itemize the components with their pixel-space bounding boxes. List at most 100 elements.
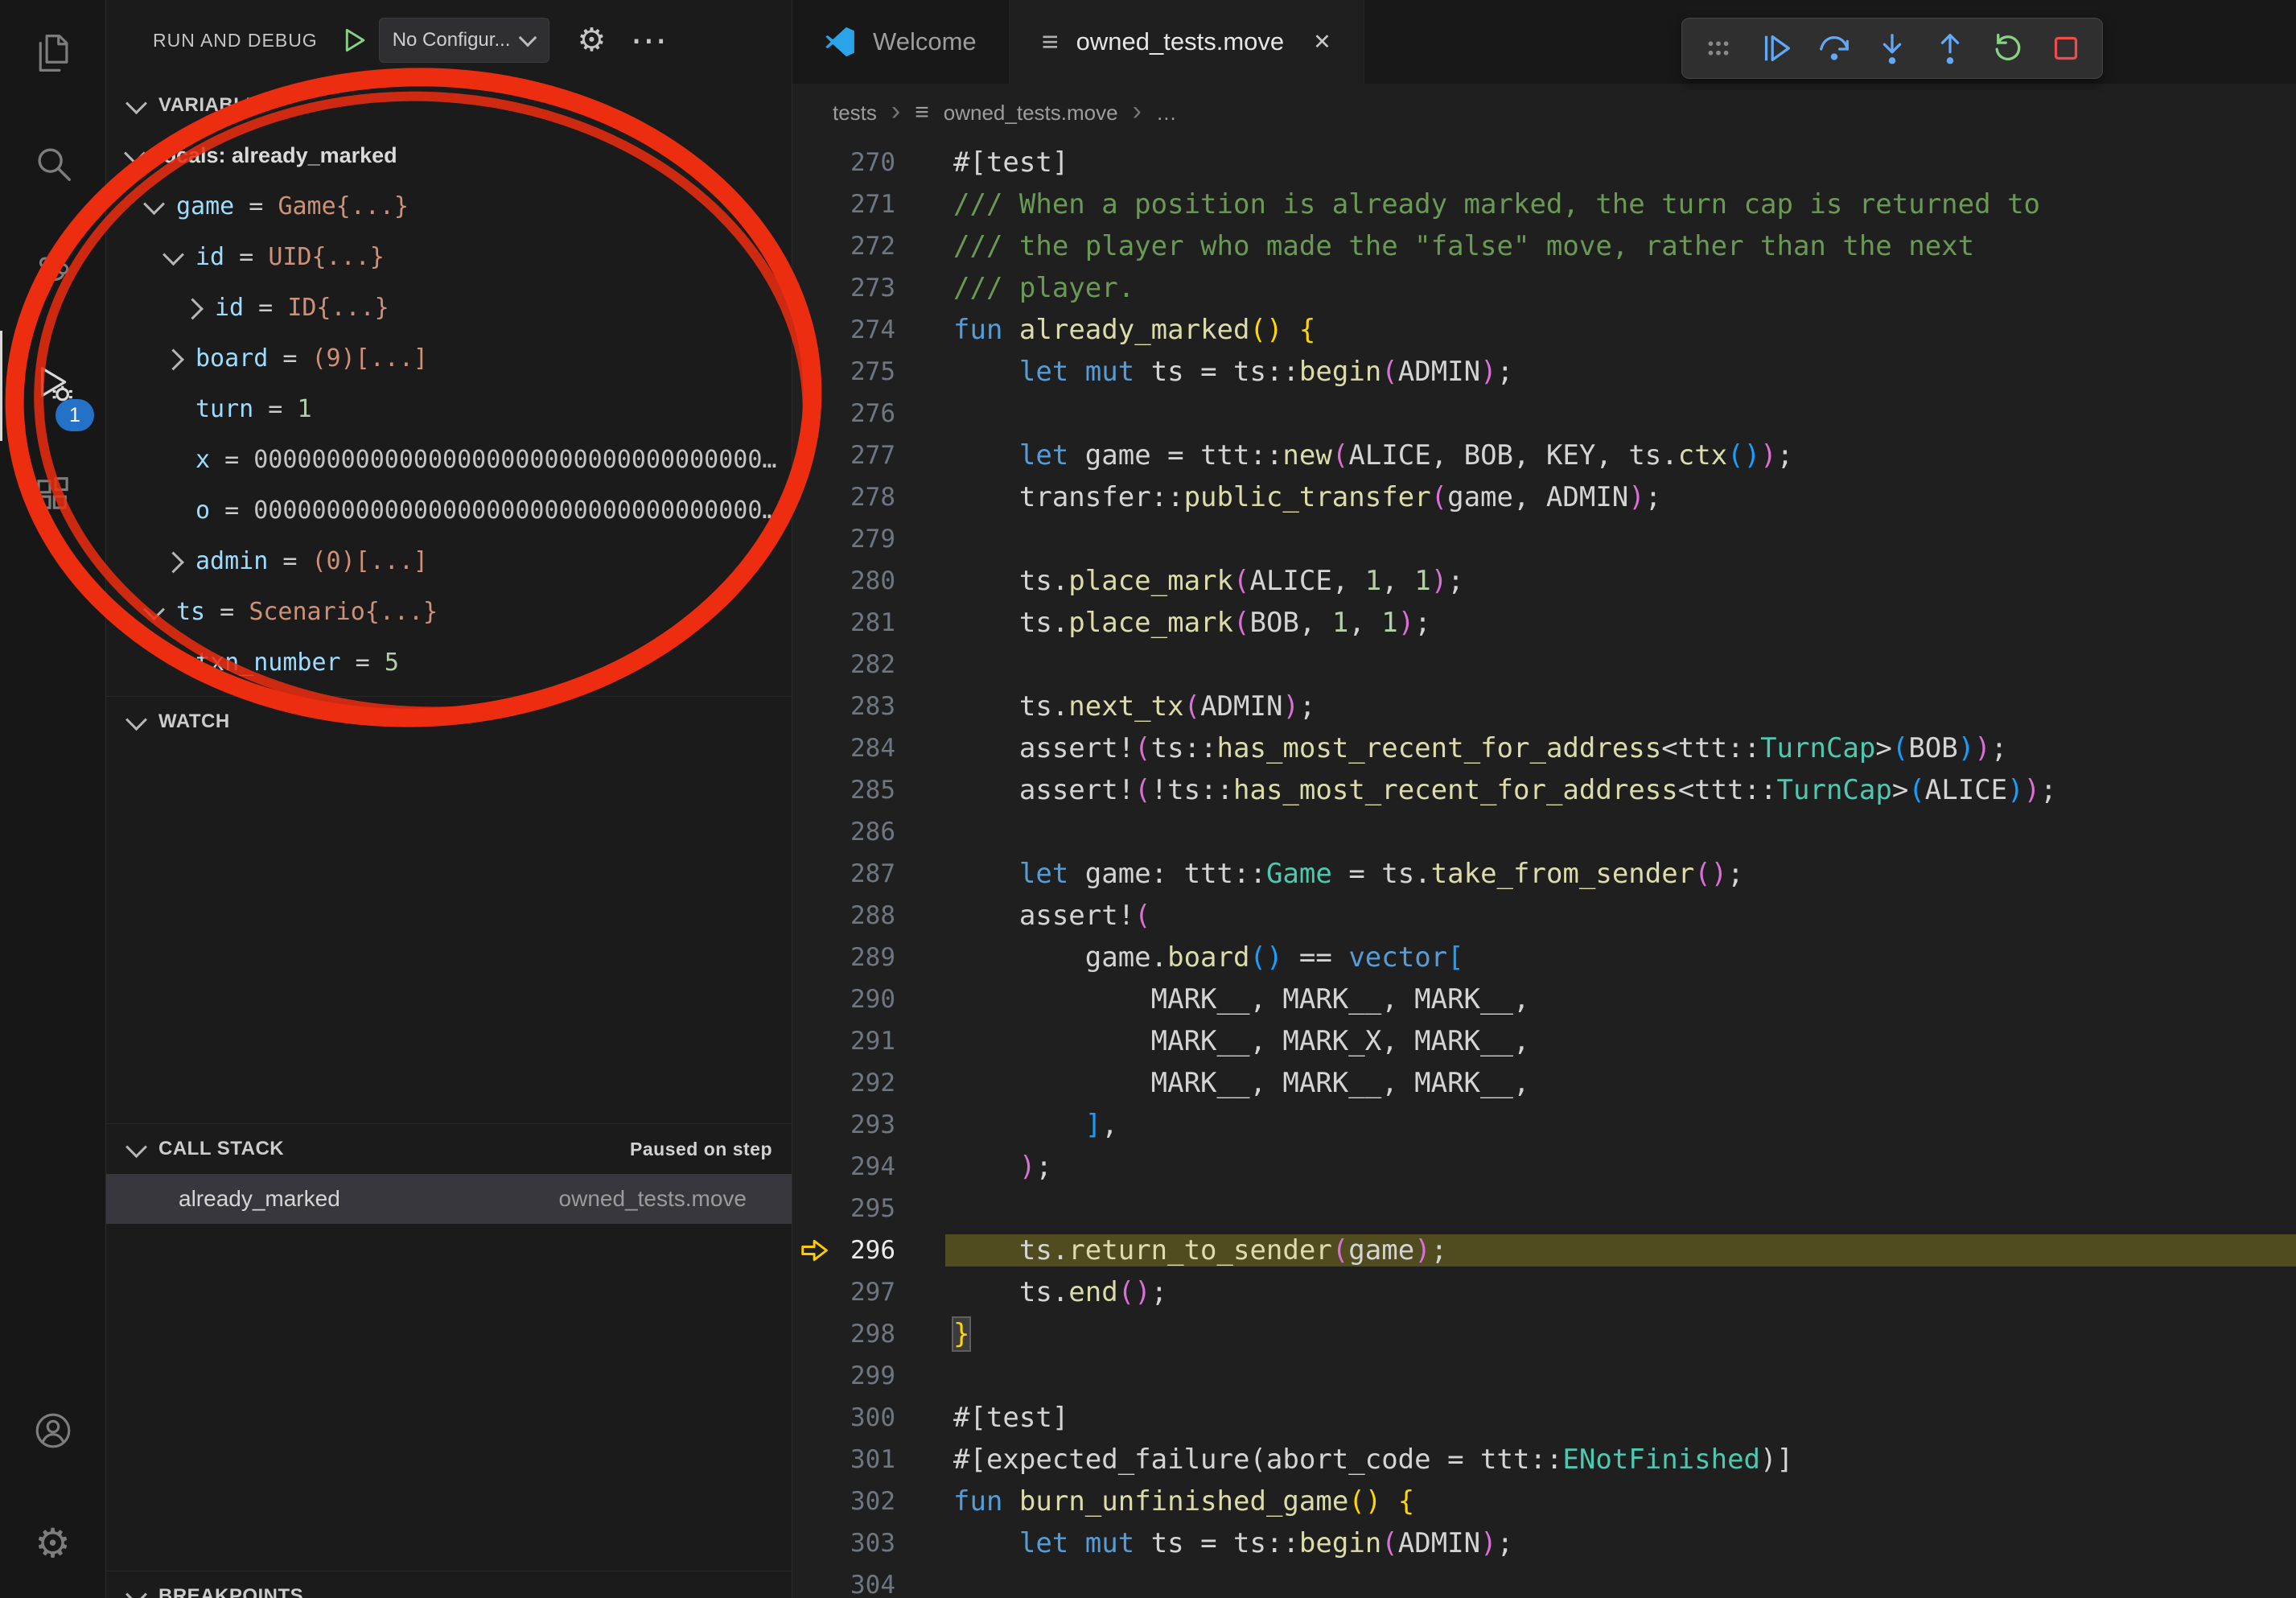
line-number[interactable]: 275 bbox=[837, 357, 895, 386]
line-number[interactable]: 282 bbox=[837, 650, 895, 679]
code-line[interactable]: 290 MARK__, MARK__, MARK__, bbox=[792, 978, 2296, 1020]
line-number[interactable]: 281 bbox=[837, 608, 895, 637]
code-line[interactable]: 293 ], bbox=[792, 1104, 2296, 1146]
line-number[interactable]: 274 bbox=[837, 315, 895, 344]
line-number[interactable]: 303 bbox=[837, 1529, 895, 1558]
chevron-right-icon[interactable] bbox=[163, 348, 184, 370]
line-number[interactable]: 277 bbox=[837, 441, 895, 470]
chevron-down-icon[interactable] bbox=[124, 142, 146, 164]
line-number[interactable]: 285 bbox=[837, 776, 895, 805]
code-line[interactable]: 289 game.board() == vector[ bbox=[792, 937, 2296, 978]
breakpoints-section-header[interactable]: BREAKPOINTS bbox=[106, 1571, 792, 1598]
code-line[interactable]: 285 assert!(!ts::has_most_recent_for_add… bbox=[792, 769, 2296, 811]
code-line[interactable]: 292 MARK__, MARK__, MARK__, bbox=[792, 1062, 2296, 1104]
step-over-button[interactable] bbox=[1809, 24, 1859, 72]
code-line[interactable]: 298} bbox=[792, 1313, 2296, 1355]
toolbar-gripper[interactable] bbox=[1693, 24, 1743, 72]
chevron-down-icon[interactable] bbox=[143, 599, 165, 620]
line-number[interactable]: 271 bbox=[837, 190, 895, 219]
code-line[interactable]: 281 ts.place_mark(BOB, 1, 1); bbox=[792, 602, 2296, 644]
explorer-button[interactable] bbox=[0, 0, 105, 110]
search-button[interactable] bbox=[0, 110, 105, 220]
source-control-button[interactable] bbox=[0, 220, 105, 331]
code-line[interactable]: 302fun burn_unfinished_game() { bbox=[792, 1481, 2296, 1522]
code-line[interactable]: 273/// player. bbox=[792, 267, 2296, 309]
code-line[interactable]: 279 bbox=[792, 518, 2296, 560]
code-line[interactable]: 303 let mut ts = ts::begin(ADMIN); bbox=[792, 1522, 2296, 1564]
line-number[interactable]: 295 bbox=[837, 1194, 895, 1223]
watch-section-header[interactable]: WATCH bbox=[106, 697, 792, 747]
variables-section-header[interactable]: VARIABLES bbox=[106, 80, 792, 130]
variable-row[interactable]: ts = Scenario{...} bbox=[106, 587, 792, 637]
stop-button[interactable] bbox=[2041, 24, 2091, 72]
account-button[interactable] bbox=[0, 1378, 105, 1488]
code-line[interactable]: 275 let mut ts = ts::begin(ADMIN); bbox=[792, 351, 2296, 393]
variable-row[interactable]: id = ID{...} bbox=[106, 282, 792, 333]
chevron-down-icon[interactable] bbox=[163, 244, 184, 266]
line-number[interactable]: 284 bbox=[837, 734, 895, 763]
line-number[interactable]: 273 bbox=[837, 274, 895, 303]
code-line[interactable]: 278 transfer::public_transfer(game, ADMI… bbox=[792, 476, 2296, 518]
line-number[interactable]: 294 bbox=[837, 1152, 895, 1181]
chevron-down-icon[interactable] bbox=[143, 193, 165, 215]
call-stack-frame-row[interactable]: already_marked owned_tests.move bbox=[106, 1174, 792, 1224]
extensions-button[interactable] bbox=[0, 441, 105, 551]
line-number[interactable]: 296 bbox=[837, 1236, 895, 1265]
call-stack-section-header[interactable]: CALL STACK Paused on step bbox=[106, 1124, 792, 1174]
step-out-button[interactable] bbox=[1925, 24, 1975, 72]
code-line[interactable]: 291 MARK__, MARK_X, MARK__, bbox=[792, 1020, 2296, 1062]
variable-row[interactable]: admin = (0)[...] bbox=[106, 536, 792, 587]
code-line[interactable]: 277 let game = ttt::new(ALICE, BOB, KEY,… bbox=[792, 435, 2296, 476]
code-line[interactable]: 274fun already_marked() { bbox=[792, 309, 2296, 351]
line-number[interactable]: 272 bbox=[837, 232, 895, 261]
variable-row[interactable]: turn = 1 bbox=[106, 384, 792, 435]
chevron-right-icon[interactable] bbox=[182, 298, 204, 319]
code-line[interactable]: 280 ts.place_mark(ALICE, 1, 1); bbox=[792, 560, 2296, 602]
scope-row[interactable]: locals: already_marked bbox=[106, 130, 792, 181]
code-line[interactable]: 299 bbox=[792, 1355, 2296, 1397]
close-icon[interactable]: ✕ bbox=[1313, 30, 1331, 55]
code-line[interactable]: 272/// the player who made the "false" m… bbox=[792, 225, 2296, 267]
debug-configuration-dropdown[interactable]: No Configur... bbox=[379, 18, 550, 63]
variable-row[interactable]: board = (9)[...] bbox=[106, 333, 792, 384]
code-line[interactable]: 286 bbox=[792, 811, 2296, 853]
variable-row[interactable]: txn_number = 5 bbox=[106, 637, 792, 688]
code-line[interactable]: 296 ts.return_to_sender(game); bbox=[792, 1229, 2296, 1271]
line-number[interactable]: 283 bbox=[837, 692, 895, 721]
breadcrumb-item-more[interactable]: … bbox=[1156, 101, 1177, 126]
tab-owned-tests-move[interactable]: ≡ owned_tests.move ✕ bbox=[1010, 0, 1364, 84]
code-line[interactable]: 300#[test] bbox=[792, 1397, 2296, 1439]
debug-settings-gear-icon[interactable]: ⚙ bbox=[577, 24, 606, 56]
code-line[interactable]: 283 ts.next_tx(ADMIN); bbox=[792, 686, 2296, 727]
start-debugging-button[interactable] bbox=[339, 25, 369, 56]
line-number[interactable]: 297 bbox=[837, 1278, 895, 1307]
restart-button[interactable] bbox=[1983, 24, 2033, 72]
line-number[interactable]: 288 bbox=[837, 901, 895, 930]
line-number[interactable]: 301 bbox=[837, 1445, 895, 1474]
line-number[interactable]: 292 bbox=[837, 1069, 895, 1098]
line-number[interactable]: 290 bbox=[837, 985, 895, 1014]
line-number[interactable]: 270 bbox=[837, 148, 895, 177]
code-line[interactable]: 271/// When a position is already marked… bbox=[792, 183, 2296, 225]
variable-row[interactable]: id = UID{...} bbox=[106, 232, 792, 282]
more-actions-icon[interactable]: ⋯ bbox=[630, 31, 667, 50]
breadcrumb-item-file[interactable]: owned_tests.move bbox=[944, 101, 1118, 126]
line-number[interactable]: 286 bbox=[837, 818, 895, 846]
continue-button[interactable] bbox=[1751, 24, 1801, 72]
line-number[interactable]: 302 bbox=[837, 1487, 895, 1516]
line-number[interactable]: 291 bbox=[837, 1027, 895, 1056]
line-number[interactable]: 300 bbox=[837, 1403, 895, 1432]
line-number[interactable]: 298 bbox=[837, 1320, 895, 1349]
code-line[interactable]: 295 bbox=[792, 1188, 2296, 1229]
line-number[interactable]: 293 bbox=[837, 1110, 895, 1139]
step-into-button[interactable] bbox=[1867, 24, 1917, 72]
line-number[interactable]: 289 bbox=[837, 943, 895, 972]
variable-row[interactable]: x = 000000000000000000000000000000000000… bbox=[106, 435, 792, 485]
line-number[interactable]: 299 bbox=[837, 1361, 895, 1390]
code-line[interactable]: 304 bbox=[792, 1564, 2296, 1598]
code-line[interactable]: 301#[expected_failure(abort_code = ttt::… bbox=[792, 1439, 2296, 1481]
code-line[interactable]: 287 let game: ttt::Game = ts.take_from_s… bbox=[792, 853, 2296, 895]
line-number[interactable]: 304 bbox=[837, 1571, 895, 1598]
breadcrumb-item-tests[interactable]: tests bbox=[833, 101, 877, 126]
code-line[interactable]: 288 assert!( bbox=[792, 895, 2296, 937]
